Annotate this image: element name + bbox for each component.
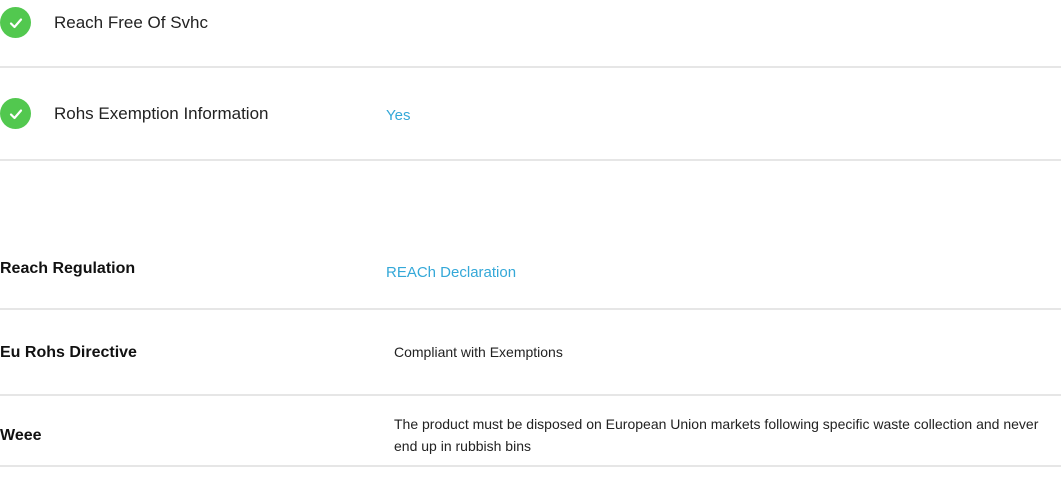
compliance-label: Reach Free Of Svhc (54, 13, 209, 32)
regulation-label: Weee (0, 427, 42, 444)
check-circle-icon (0, 7, 31, 38)
compliance-row-rohs-exemption-information: Rohs Exemption Information Yes (0, 66, 1061, 161)
compliance-row-reach-free-of-svhc: Reach Free Of Svhc (0, 0, 1061, 68)
regulation-label: Reach Regulation (0, 260, 136, 277)
regulation-row-reach-regulation: Reach Regulation REACh Declaration (0, 236, 1061, 310)
regulation-value: Compliant with Exemptions (394, 344, 563, 360)
reach-declaration-link[interactable]: REACh Declaration (386, 262, 516, 284)
regulation-value: The product must be disposed on European… (394, 416, 1039, 454)
regulation-label: Eu Rohs Directive (0, 344, 137, 361)
compliance-label: Rohs Exemption Information (54, 104, 269, 123)
check-circle-icon (0, 98, 31, 129)
rohs-exemption-value-link[interactable]: Yes (386, 107, 410, 124)
regulation-row-eu-rohs-directive: Eu Rohs Directive Compliant with Exempti… (0, 308, 1061, 396)
regulation-row-weee: Weee The product must be disposed on Eur… (0, 394, 1061, 467)
